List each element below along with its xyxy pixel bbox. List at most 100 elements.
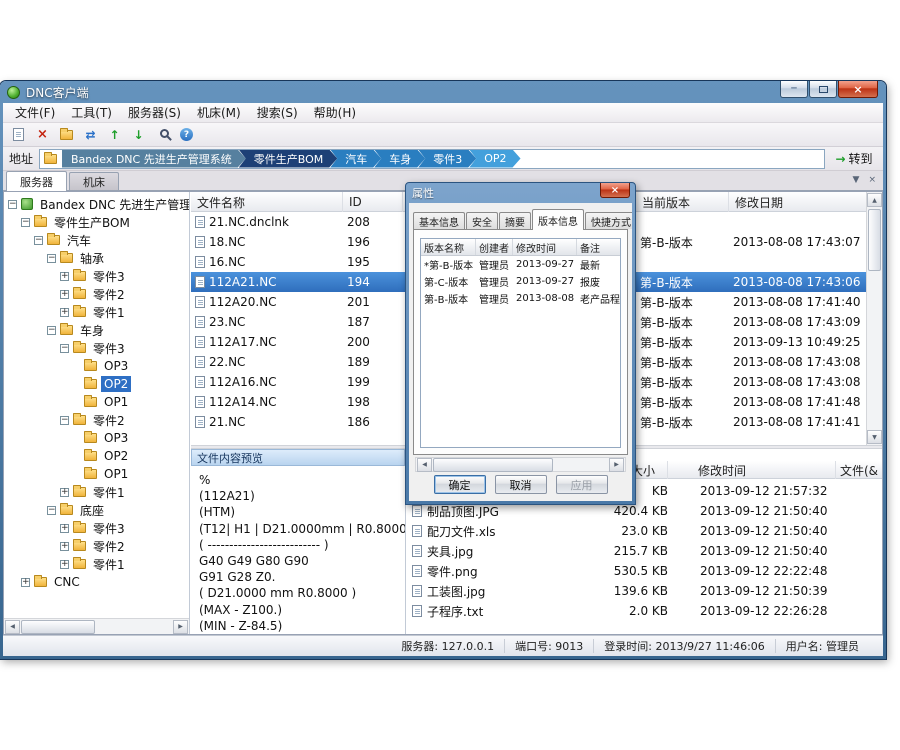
- new-file-button[interactable]: [8, 124, 29, 145]
- collapse-icon[interactable]: −: [8, 200, 17, 209]
- scrollbar-thumb[interactable]: [21, 620, 95, 634]
- list-item[interactable]: 零件.png530.5 KB2013-09-12 22:22:48: [406, 561, 882, 581]
- scroll-left-icon[interactable]: ◀: [417, 458, 432, 472]
- search-button[interactable]: [152, 124, 173, 145]
- menu-item-0[interactable]: 文件(F): [7, 102, 63, 123]
- column-header-moddate[interactable]: 修改日期: [729, 192, 866, 212]
- tree-item-11[interactable]: OP1: [4, 393, 189, 411]
- delete-button[interactable]: ×: [32, 124, 53, 145]
- view-tab-0[interactable]: 服务器: [6, 171, 67, 191]
- expand-icon[interactable]: +: [60, 524, 69, 533]
- close-pane-icon[interactable]: ×: [868, 175, 876, 185]
- scrollbar-thumb[interactable]: [433, 458, 553, 472]
- collapse-icon[interactable]: −: [47, 254, 56, 263]
- collapse-icon[interactable]: −: [60, 344, 69, 353]
- upload-button[interactable]: ↑: [104, 124, 125, 145]
- list-item[interactable]: 子程序.txt2.0 KB2013-09-12 22:26:28: [406, 601, 882, 621]
- version-column-header-1[interactable]: 创建者: [476, 239, 513, 255]
- tree-item-21[interactable]: +CNC: [4, 573, 189, 591]
- tree-item-9[interactable]: OP3: [4, 357, 189, 375]
- menu-item-2[interactable]: 服务器(S): [120, 102, 189, 123]
- tree-item-13[interactable]: OP3: [4, 429, 189, 447]
- breadcrumb-item-5[interactable]: OP2: [469, 150, 520, 168]
- dialog-tab-2[interactable]: 摘要: [499, 212, 531, 229]
- dnc-transfer-button[interactable]: ⇄: [80, 124, 101, 145]
- expand-icon[interactable]: +: [60, 488, 69, 497]
- menu-item-3[interactable]: 机床(M): [189, 102, 249, 123]
- chevron-down-icon[interactable]: ▼: [853, 175, 860, 185]
- breadcrumb-item-4[interactable]: 零件3: [418, 150, 476, 168]
- tree-horizontal-scrollbar[interactable]: ◀ ▶: [4, 618, 189, 634]
- tree-item-6[interactable]: +零件1: [4, 303, 189, 321]
- version-column-header-2[interactable]: 修改时间: [513, 239, 577, 255]
- help-button[interactable]: ?: [176, 124, 197, 145]
- tree-item-2[interactable]: −汽车: [4, 231, 189, 249]
- tree-item-0[interactable]: −Bandex DNC 先进生产管理系统: [4, 195, 189, 213]
- breadcrumb-item-2[interactable]: 汽车: [330, 150, 381, 168]
- scroll-left-icon[interactable]: ◀: [5, 620, 20, 634]
- table-row[interactable]: *第-B-版本管理员2013-09-27 14:最新: [421, 256, 620, 273]
- tree-item-1[interactable]: −零件生产BOM: [4, 213, 189, 231]
- column-header-attach-date[interactable]: 修改时间: [668, 461, 836, 479]
- menu-item-1[interactable]: 工具(T): [63, 102, 120, 123]
- collapse-icon[interactable]: −: [21, 218, 30, 227]
- menu-item-4[interactable]: 搜索(S): [249, 102, 306, 123]
- tree-item-3[interactable]: −轴承: [4, 249, 189, 267]
- dialog-close-button[interactable]: ×: [600, 183, 630, 198]
- tree-item-4[interactable]: +零件3: [4, 267, 189, 285]
- ok-button[interactable]: 确定: [434, 475, 486, 494]
- list-item[interactable]: 夹具.jpg215.7 KB2013-09-12 21:50:40: [406, 541, 882, 561]
- tree-item-10[interactable]: OP2: [4, 375, 189, 393]
- file-list-vertical-scrollbar[interactable]: ▲ ▼: [866, 192, 882, 445]
- collapse-icon[interactable]: −: [34, 236, 43, 245]
- tree-item-15[interactable]: OP1: [4, 465, 189, 483]
- dialog-horizontal-scrollbar[interactable]: ◀ ▶: [415, 457, 626, 472]
- breadcrumb-item-0[interactable]: Bandex DNC 先进生产管理系统: [62, 150, 246, 168]
- tree-item-5[interactable]: +零件2: [4, 285, 189, 303]
- table-row[interactable]: 第-B-版本管理员2013-08-08 17:老产品程序: [421, 290, 620, 307]
- expand-icon[interactable]: +: [60, 308, 69, 317]
- scroll-down-icon[interactable]: ▼: [867, 430, 882, 444]
- tree-item-18[interactable]: +零件3: [4, 519, 189, 537]
- address-box[interactable]: Bandex DNC 先进生产管理系统零件生产BOM汽车车身零件3OP2: [39, 149, 825, 169]
- column-header-filename[interactable]: 文件名称: [191, 192, 343, 212]
- collapse-icon[interactable]: −: [60, 416, 69, 425]
- tree-item-14[interactable]: OP2: [4, 447, 189, 465]
- apply-button[interactable]: 应用: [556, 475, 608, 494]
- dialog-tab-1[interactable]: 安全: [466, 212, 498, 229]
- tree-item-7[interactable]: −车身: [4, 321, 189, 339]
- tree-item-19[interactable]: +零件2: [4, 537, 189, 555]
- menu-item-5[interactable]: 帮助(H): [306, 102, 364, 123]
- scroll-right-icon[interactable]: ▶: [609, 458, 624, 472]
- tree-item-17[interactable]: −底座: [4, 501, 189, 519]
- cancel-button[interactable]: 取消: [495, 475, 547, 494]
- version-column-header-3[interactable]: 备注: [577, 239, 621, 255]
- dialog-tab-3[interactable]: 版本信息: [532, 209, 584, 230]
- collapse-icon[interactable]: −: [47, 506, 56, 515]
- scrollbar-thumb[interactable]: [868, 209, 881, 271]
- download-button[interactable]: ↓: [128, 124, 149, 145]
- view-tab-1[interactable]: 机床: [69, 172, 119, 190]
- expand-icon[interactable]: +: [21, 578, 30, 587]
- expand-icon[interactable]: +: [60, 272, 69, 281]
- dialog-tab-4[interactable]: 快捷方式: [585, 212, 632, 229]
- tree-item-12[interactable]: −零件2: [4, 411, 189, 429]
- column-header-version[interactable]: 当前版本: [636, 192, 729, 212]
- version-column-header-0[interactable]: 版本名称: [421, 239, 476, 255]
- dialog-tab-0[interactable]: 基本信息: [413, 212, 465, 229]
- expand-icon[interactable]: +: [60, 542, 69, 551]
- go-button[interactable]: → 转到: [831, 149, 877, 169]
- list-item[interactable]: 工装图.jpg139.6 KB2013-09-12 21:50:39: [406, 581, 882, 601]
- open-folder-button[interactable]: [56, 124, 77, 145]
- table-row[interactable]: 第-C-版本管理员2013-09-27 14:报废: [421, 273, 620, 290]
- list-item[interactable]: 配刀文件.xls23.0 KB2013-09-12 21:50:40: [406, 521, 882, 541]
- scroll-up-icon[interactable]: ▲: [867, 193, 882, 207]
- minimize-button[interactable]: ─: [780, 81, 808, 98]
- title-bar[interactable]: DNC客户端: [0, 81, 886, 103]
- expand-icon[interactable]: +: [60, 290, 69, 299]
- breadcrumb-item-1[interactable]: 零件生产BOM: [239, 150, 338, 168]
- close-button[interactable]: ×: [838, 81, 878, 98]
- expand-icon[interactable]: +: [60, 560, 69, 569]
- scroll-right-icon[interactable]: ▶: [173, 620, 188, 634]
- collapse-icon[interactable]: −: [47, 326, 56, 335]
